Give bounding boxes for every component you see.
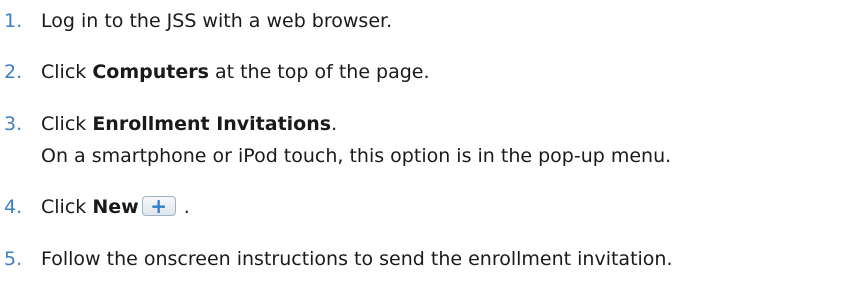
- step-2: 2. Click Computers at the top of the page…: [0, 56, 851, 88]
- step-text-pre: Click: [41, 113, 93, 135]
- step-text: Follow the onscreen instructions to send…: [41, 248, 673, 270]
- step-number: 1.: [4, 10, 23, 32]
- ui-term-computers: Computers: [92, 61, 209, 83]
- step-number: 5.: [4, 248, 23, 270]
- step-text-pre: Click: [41, 61, 93, 83]
- step-number: 4.: [4, 196, 23, 218]
- new-button-image: +: [141, 194, 176, 218]
- step-text-post: at the top of the page.: [208, 61, 430, 83]
- step-3: 3. Click Enrollment Invitations. On a sma…: [0, 108, 851, 167]
- step-5: 5. Follow the onscreen instructions to se…: [0, 243, 851, 275]
- step-number: 2.: [4, 61, 23, 83]
- step-number: 3.: [4, 113, 23, 135]
- step-note: On a smartphone or iPod touch, this opti…: [41, 145, 672, 167]
- step-1: 1. Log in to the JSS with a web browser.: [0, 5, 851, 37]
- ui-term-new: New: [92, 196, 139, 218]
- step-text: Log in to the JSS with a web browser.: [41, 10, 393, 32]
- ui-term-enrollment-invitations: Enrollment Invitations: [92, 113, 332, 135]
- step-text-post: .: [331, 113, 338, 135]
- plus-icon: +: [150, 194, 168, 218]
- step-4: 4. Click New + .: [0, 191, 851, 223]
- step-text-pre: Click: [41, 196, 93, 218]
- step-text-post: .: [177, 196, 190, 218]
